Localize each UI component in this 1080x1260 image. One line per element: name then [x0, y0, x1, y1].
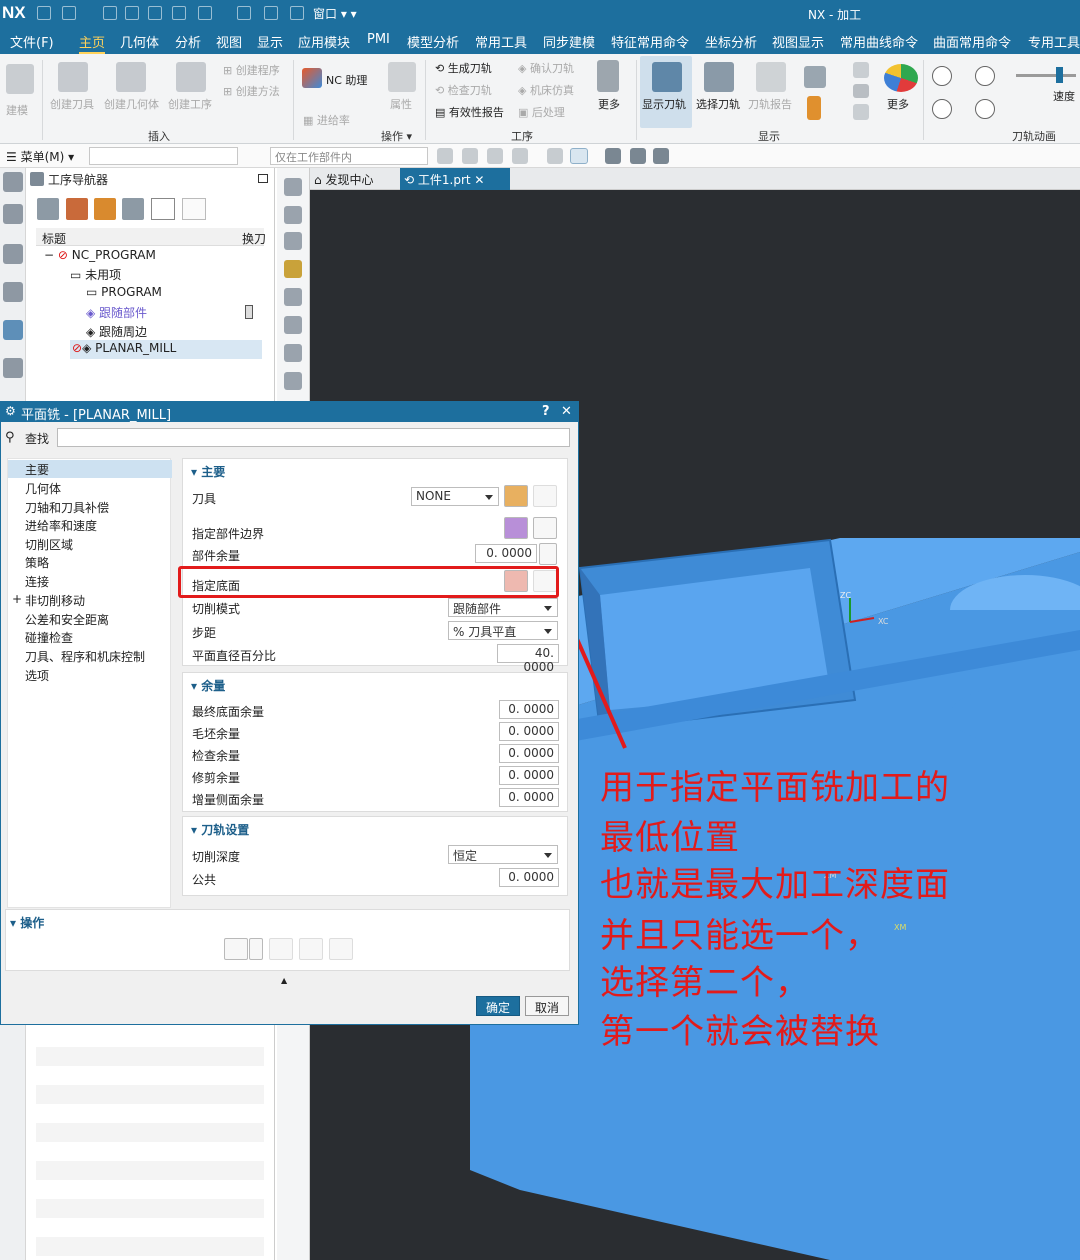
- section-main: ▾ 主要 刀具 NONE 指定部件边界 部件余量 0. 0000 指定底面 切削…: [182, 458, 568, 674]
- category-main[interactable]: 主要: [25, 461, 49, 478]
- list-icon[interactable]: [329, 938, 353, 960]
- check-stock-field[interactable]: 0. 0000: [499, 744, 559, 763]
- category-strategy[interactable]: 策略: [25, 554, 49, 571]
- verify-icon[interactable]: [299, 938, 323, 960]
- close-button[interactable]: ✕: [561, 404, 572, 419]
- category-tool-axis[interactable]: 刀轴和刀具补偿: [25, 499, 109, 516]
- section-operations: ▾ 操作: [5, 909, 570, 971]
- category-connections[interactable]: 连接: [25, 573, 49, 590]
- chevron-down-icon[interactable]: [249, 938, 263, 960]
- annotation-line: 用于指定平面铣加工的: [600, 768, 950, 808]
- annotation-line: 选择第二个，: [600, 963, 810, 1003]
- category-tool-program-machine[interactable]: 刀具、程序和机床控制: [25, 648, 145, 665]
- section-path-title[interactable]: ▾ 刀轨设置: [191, 821, 249, 838]
- trim-stock-field[interactable]: 0. 0000: [499, 766, 559, 785]
- generate-icon[interactable]: [224, 938, 248, 960]
- search-icon: ⚲: [5, 430, 15, 445]
- cut-pattern-label: 切削模式: [192, 602, 241, 616]
- stepover-dropdown[interactable]: % 刀具平直: [448, 621, 558, 640]
- select-part-boundary-button[interactable]: [504, 517, 528, 539]
- tool-dropdown[interactable]: NONE: [411, 487, 499, 506]
- side-stock-label: 增量侧面余量: [192, 793, 265, 807]
- section-stock-title[interactable]: ▾ 余量: [191, 677, 225, 694]
- blank-stock-field[interactable]: 0. 0000: [499, 722, 559, 741]
- side-stock-field[interactable]: 0. 0000: [499, 788, 559, 807]
- cut-pattern-dropdown[interactable]: 跟随部件: [448, 598, 558, 617]
- final-floor-stock-field[interactable]: 0. 0000: [499, 700, 559, 719]
- check-stock-label: 检查余量: [192, 749, 241, 763]
- part-boundary-label: 指定部件边界: [192, 527, 265, 541]
- trim-stock-label: 修剪余量: [192, 771, 241, 785]
- stepover-label: 步距: [192, 626, 217, 640]
- part-stock-field[interactable]: 0. 0000: [475, 544, 537, 563]
- common-depth-label: 公共: [192, 873, 217, 887]
- annotation-line: 第一个就会被替换: [600, 1012, 880, 1052]
- category-options[interactable]: 选项: [25, 667, 49, 684]
- annotation-line: 并且只能选一个，: [600, 916, 880, 956]
- category-geometry[interactable]: 几何体: [25, 480, 61, 497]
- gear-icon[interactable]: ⚙: [5, 404, 16, 418]
- dialog-title: 平面铣 - [PLANAR_MILL]: [21, 408, 172, 423]
- dialog-category-list: 主要 几何体 刀轴和刀具补偿 进给率和速度 切削区域 策略 连接 + 非切削移动…: [7, 458, 172, 908]
- new-tool-button[interactable]: [504, 485, 528, 507]
- cut-depth-label: 切削深度: [192, 850, 241, 864]
- collapse-icon[interactable]: ▲: [281, 976, 287, 985]
- category-tolerances[interactable]: 公差和安全距离: [25, 611, 109, 628]
- display-boundary-eye-icon[interactable]: [533, 517, 557, 539]
- lock-icon[interactable]: [539, 543, 557, 565]
- help-button[interactable]: ?: [542, 404, 550, 419]
- category-cut-area[interactable]: 切削区域: [25, 536, 73, 553]
- expand-icon[interactable]: +: [12, 592, 22, 606]
- ok-button[interactable]: 确定: [476, 996, 520, 1016]
- section-main-title[interactable]: ▾ 主要: [191, 463, 225, 480]
- annotation-line: 也就是最大加工深度面: [600, 865, 950, 905]
- section-stock: ▾ 余量 最终底面余量 0. 0000 毛坯余量 0. 0000 检查余量 0.…: [182, 672, 568, 812]
- section-path-settings: ▾ 刀轨设置 切削深度 恒定 公共 0. 0000: [182, 816, 568, 896]
- blank-stock-label: 毛坯余量: [192, 727, 241, 741]
- section-operations-title[interactable]: ▾ 操作: [10, 914, 44, 931]
- search-input[interactable]: [57, 428, 570, 447]
- percent-diameter-field[interactable]: 40. 0000: [497, 644, 559, 674]
- annotation-line: 最低位置: [600, 818, 740, 858]
- tool-label: 刀具: [192, 492, 217, 506]
- search-label: 查找: [25, 432, 50, 446]
- cancel-button[interactable]: 取消: [525, 996, 569, 1016]
- planar-mill-dialog: ⚙ 平面铣 - [PLANAR_MILL] ? ✕ ⚲ 查找 主要 几何体 刀轴…: [0, 401, 579, 1025]
- percent-diameter-label: 平面直径百分比: [192, 649, 277, 663]
- cut-depth-dropdown[interactable]: 恒定: [448, 845, 558, 864]
- highlight-box: [178, 566, 559, 598]
- category-feeds-speeds[interactable]: 进给率和速度: [25, 517, 97, 534]
- category-collision-check[interactable]: 碰撞检查: [25, 629, 73, 646]
- replay-icon[interactable]: [269, 938, 293, 960]
- common-depth-field[interactable]: 0. 0000: [499, 868, 559, 887]
- part-stock-label: 部件余量: [192, 549, 241, 563]
- dialog-title-bar: ⚙ 平面铣 - [PLANAR_MILL] ? ✕: [1, 402, 578, 423]
- edit-tool-button[interactable]: [533, 485, 557, 507]
- category-non-cutting-moves[interactable]: 非切削移动: [25, 592, 85, 609]
- final-floor-stock-label: 最终底面余量: [192, 705, 265, 719]
